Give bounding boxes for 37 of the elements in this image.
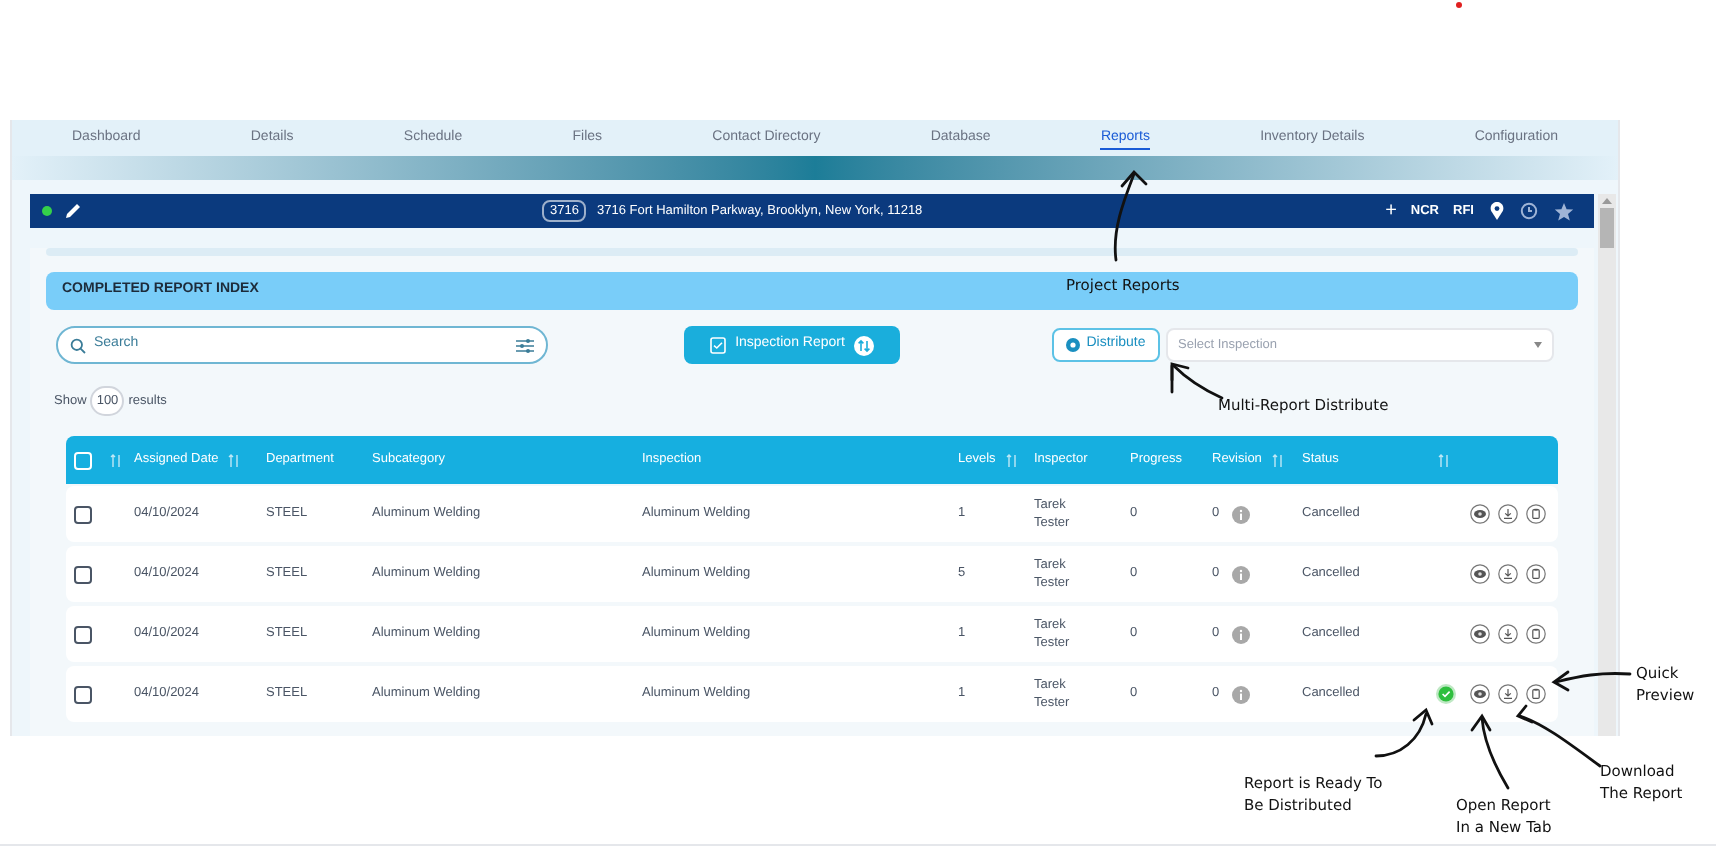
- toolbar-button[interactable]: +: [1385, 201, 1397, 221]
- checkbox[interactable]: [74, 625, 92, 643]
- pencil-icon[interactable]: [64, 202, 82, 220]
- eye-icon[interactable]: [1470, 684, 1490, 704]
- clipboard-check-icon: [709, 336, 726, 354]
- eye-icon[interactable]: [1470, 564, 1490, 584]
- download-icon[interactable]: [1498, 504, 1518, 524]
- annotation-arrow: [1374, 707, 1434, 758]
- annotation-arrow: [1170, 362, 1224, 400]
- download-icon[interactable]: [1498, 564, 1518, 584]
- annotation-arrow: [1470, 713, 1510, 790]
- distribute-icon: [1066, 338, 1081, 352]
- search-icon: [70, 337, 86, 353]
- clipboard-icon[interactable]: [1526, 624, 1546, 644]
- annotation-arrow: [1515, 704, 1602, 768]
- dropdown-caret-icon: [1534, 342, 1542, 348]
- clock-icon[interactable]: [1520, 202, 1538, 220]
- annotation-arrow: [1113, 169, 1148, 262]
- checkbox[interactable]: [74, 565, 92, 583]
- scroll-thumb[interactable]: [1600, 208, 1614, 248]
- check-icon[interactable]: [1436, 684, 1456, 704]
- checkbox[interactable]: [74, 505, 92, 523]
- eye-icon[interactable]: [1470, 624, 1490, 644]
- status-icon: [42, 206, 52, 216]
- clipboard-icon[interactable]: [1526, 564, 1546, 584]
- clipboard-icon[interactable]: [1526, 504, 1546, 524]
- star-icon[interactable]: [1554, 201, 1574, 221]
- checkbox[interactable]: [74, 685, 92, 703]
- sort-icon: [854, 335, 875, 355]
- eye-icon[interactable]: [1470, 504, 1490, 524]
- scrollbar[interactable]: [1598, 194, 1616, 736]
- download-icon[interactable]: [1498, 684, 1518, 704]
- filter-icon[interactable]: [516, 337, 534, 353]
- location-pin-icon[interactable]: [1490, 202, 1504, 220]
- download-icon[interactable]: [1498, 624, 1518, 644]
- clipboard-icon[interactable]: [1526, 684, 1546, 704]
- annotation-arrow: [1551, 670, 1632, 692]
